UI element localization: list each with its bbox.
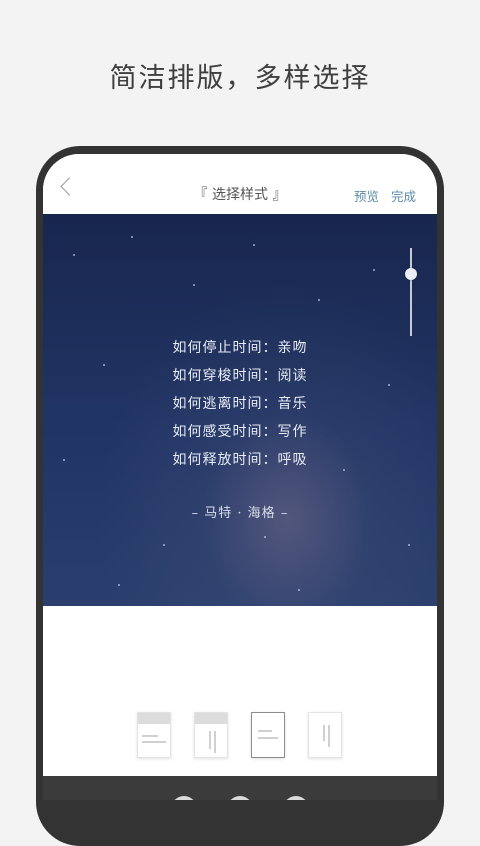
thumb-line bbox=[214, 731, 216, 753]
preview-button[interactable]: 预览 bbox=[354, 186, 379, 205]
layout-style-1-thumbnail[interactable] bbox=[137, 712, 171, 758]
star bbox=[318, 299, 320, 301]
star bbox=[408, 544, 410, 546]
thumb-line bbox=[328, 725, 330, 747]
star bbox=[73, 254, 75, 256]
star bbox=[131, 236, 133, 238]
thumb-header-block bbox=[195, 713, 227, 724]
done-button[interactable]: 完成 bbox=[391, 186, 416, 205]
promo-headline: 简洁排版，多样选择 bbox=[109, 63, 371, 94]
thumb-line bbox=[258, 730, 272, 732]
layout-style-4-thumbnail[interactable] bbox=[308, 712, 342, 758]
layout-style-3-thumbnail[interactable] bbox=[251, 712, 285, 758]
star bbox=[298, 589, 300, 591]
poem-line: 如何逃离时间：音乐 bbox=[172, 396, 308, 412]
toolbar-circle-button[interactable] bbox=[283, 796, 309, 800]
poem-text: 如何停止时间：亲吻 如何穿梭时间：阅读 如何逃离时间：音乐 如何感受时间：写作 … bbox=[43, 334, 437, 474]
layout-style-2-thumbnail[interactable] bbox=[194, 712, 228, 758]
poem-line: 如何感受时间：写作 bbox=[172, 424, 308, 440]
poem-line: 如何穿梭时间：阅读 bbox=[172, 368, 308, 384]
thumb-line bbox=[209, 731, 211, 749]
star bbox=[163, 544, 165, 546]
toolbar-circle-button[interactable] bbox=[227, 796, 253, 800]
thumb-line bbox=[142, 741, 166, 743]
nav-bar: 『 选择样式 』 预览 完成 bbox=[43, 154, 437, 214]
brightness-slider-knob[interactable] bbox=[405, 268, 417, 281]
star bbox=[193, 284, 195, 286]
star bbox=[253, 244, 255, 246]
poem-author: – 马特 · 海格 – bbox=[191, 506, 289, 521]
toolbar-circle-button[interactable] bbox=[171, 796, 197, 800]
star bbox=[118, 584, 120, 586]
star bbox=[373, 269, 375, 271]
thumb-line bbox=[258, 737, 278, 739]
star bbox=[264, 536, 266, 538]
thumb-line bbox=[142, 735, 158, 737]
bottom-toolbar bbox=[43, 776, 437, 800]
phone-screen: 『 选择样式 』 预览 完成 如何停止时间：亲吻 如何穿梭时间：阅读 如何逃离时… bbox=[43, 154, 437, 800]
poem-line: 如何释放时间：呼吸 bbox=[172, 452, 308, 468]
starry-background: 如何停止时间：亲吻 如何穿梭时间：阅读 如何逃离时间：音乐 如何感受时间：写作 … bbox=[43, 214, 437, 606]
poem-line: 如何停止时间：亲吻 bbox=[172, 340, 308, 356]
thumb-line bbox=[323, 725, 325, 741]
brightness-slider-track[interactable] bbox=[410, 248, 412, 336]
thumb-header-block bbox=[138, 713, 170, 724]
